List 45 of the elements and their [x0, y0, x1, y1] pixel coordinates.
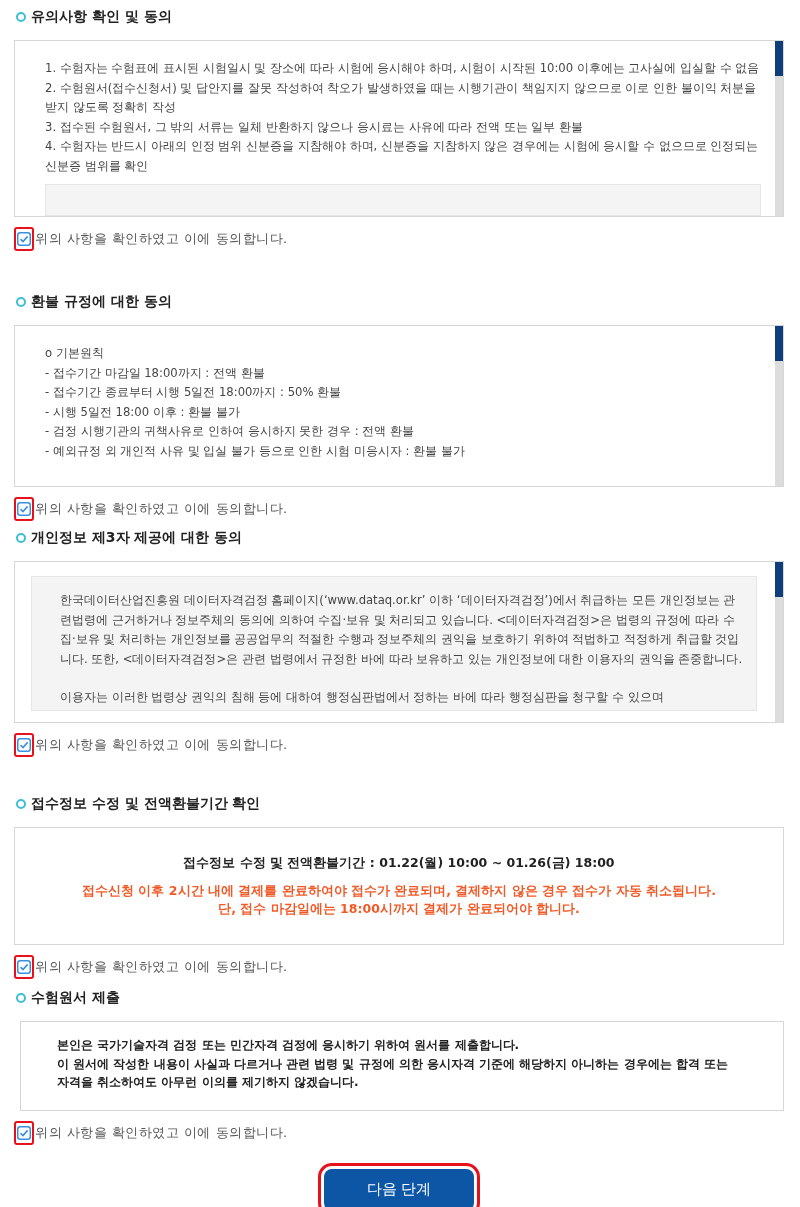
ring-bullet-icon [16, 533, 26, 543]
text-line: - 접수기간 마감일 18:00까지 : 전액 환불 [45, 364, 266, 382]
text-line: o 기본원칙 [45, 345, 105, 362]
ring-bullet-icon [16, 297, 26, 307]
paragraph: 이용자는 이러한 법령상 권익의 침해 등에 대하여 행정심판법에서 정하는 바에 따라 행정심판을 청구할 수 있으며 [60, 689, 665, 706]
section-title: 개인정보 제3자 제공에 대한 동의 [31, 529, 243, 547]
agree-label: 위의 사항을 확인하였고 이에 동의합니다. [35, 1123, 288, 1142]
scrollbar[interactable] [775, 41, 783, 216]
checked-checkbox-icon [17, 960, 31, 974]
warning-text: 접수신청 이후 2시간 내에 결제를 완료하여야 접수가 완료되며, 결제하지 않은 경우 접수가 자동 취소됩니다. [82, 882, 716, 900]
agree-checkbox[interactable] [14, 1120, 34, 1145]
checked-checkbox-icon [17, 738, 31, 752]
section-title: 수험원서 제출 [31, 989, 120, 1007]
text-line: 3. 접수된 수험원서, 그 밖의 서류는 일체 반환하지 않으나 응시료는 사유에 따라 전액 또는 일부 환불 [45, 118, 585, 136]
text-line: 2. 수험원서(접수신청서) 및 답안지를 잘못 작성하여 착오가 발생하였을 때는 시행기관이 책임지지 않으므로 이로 인한 불이익 처분을 받지 않도록 정확히 작성 [45, 79, 758, 116]
text-line: - 검정 시행기관의 귀책사유로 인하여 응시하지 못한 경우 : 전액 환불 [45, 423, 415, 440]
agree-label: 위의 사항을 확인하였고 이에 동의합니다. [35, 500, 288, 518]
checked-checkbox-icon [17, 502, 31, 516]
checked-checkbox-icon [17, 1125, 31, 1140]
agree-label: 위의 사항을 확인하였고 이에 동의합니다. [35, 230, 288, 248]
scrollbar[interactable] [775, 562, 783, 722]
agree-checkbox[interactable] [14, 497, 34, 521]
statement-text: 본인은 국가기술자격 검정 또는 민간자격 검정에 응시하기 위하여 원서를 제출합니다. [57, 1037, 521, 1054]
ring-bullet-icon [16, 799, 26, 809]
warning-text: 단, 접수 마감일에는 18:00시까지 결제가 완료되어야 합니다. [218, 900, 580, 918]
agree-label: 위의 사항을 확인하였고 이에 동의합니다. [35, 958, 288, 976]
ring-bullet-icon [16, 993, 26, 1003]
statement-text: 이 원서에 작성한 내용이 사실과 다르거나 관련 법령 및 규정에 의한 응시자격 기준에 해당하지 아니하는 경우에는 합격 또는 자격을 취소하여도 아무런 이의를 제기하지 않겠습니다. [57, 1055, 730, 1091]
checked-checkbox-icon [17, 232, 31, 246]
period-text: 접수정보 수정 및 전액환불기간 : 01.22(월) 10:00 ~ 01.26(금) 18:00 [183, 854, 615, 872]
section-title: 접수정보 수정 및 전액환불기간 확인 [31, 795, 261, 813]
section-title: 환불 규정에 대한 동의 [31, 293, 172, 311]
text-line: 1. 수험자는 수험표에 표시된 시험일시 및 장소에 따라 시험에 응시해야 하며, 시험이 시작된 10:00 이후에는 고사실에 입실할 수 없음 [45, 60, 761, 77]
agree-label: 위의 사항을 확인하였고 이에 동의합니다. [35, 736, 288, 754]
paragraph: 한국데이터산업진흥원 데이터자격검정 홈페이지(‘www.dataq.or.kr’ 이하 ‘데이터자격검정’)에서 취급하는 모든 개인정보는 관련법령에 근거하거나 정보주체의 동의에 의하여 수집·보유 및 처리되고 있습니다. <데이터자격검정>은 법령의 규정에 따라 수집·보유 및 처리하는 개인정보를 공공업무의 적절한 수행과 정보주체의 권익을 보호하기 위하여 적법하고 적정하게 취급할 것입니다. 또한, <데이터자격검정>은 관련 법령에서 규정한 바에 따라 보유하고 있는 개인정보에 대한 이용자의 권익을 존중합니다. [60, 592, 744, 668]
agree-checkbox[interactable] [14, 227, 34, 251]
scrollbar[interactable] [775, 326, 783, 486]
agree-checkbox[interactable] [14, 733, 34, 757]
text-line: - 예외규정 외 개인적 사유 및 입실 불가 등으로 인한 시험 미응시자 : 환불 불가 [45, 442, 466, 460]
ring-bullet-icon [16, 12, 26, 22]
text-line: - 시행 5일전 18:00 이후 : 환불 불가 [45, 403, 241, 421]
text-line: 4. 수험자는 반드시 아래의 인정 범위 신분증을 지참해야 하며, 신분증을 지참하지 않은 경우에는 시험에 응시할 수 없으므로 인정되는 신분증 범위를 확인 [45, 138, 760, 175]
text-line: - 접수기간 종료부터 시행 5일전 18:00까지 : 50% 환불 [45, 384, 343, 401]
agree-checkbox[interactable] [14, 955, 34, 979]
section-title: 유의사항 확인 및 동의 [31, 8, 172, 26]
